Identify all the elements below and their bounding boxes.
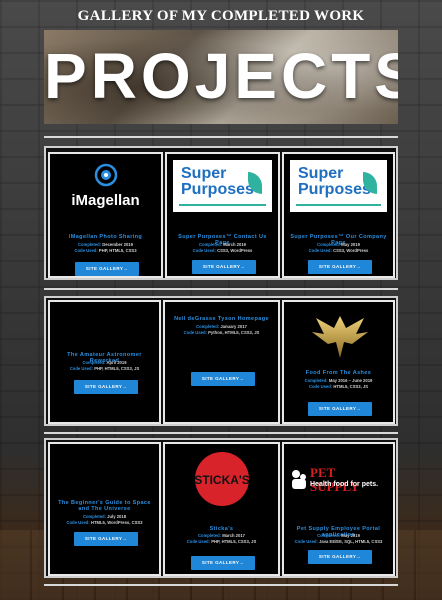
card-meta: Completed: May 2016 – June 2019 Code Use… xyxy=(304,378,373,389)
phoenix-logo-icon xyxy=(312,316,368,358)
card-title: Food From The Ashes xyxy=(305,370,372,376)
divider xyxy=(44,432,398,434)
divider xyxy=(44,288,398,290)
completed-label: Completed: xyxy=(82,514,106,519)
completed-date: April 2019 xyxy=(106,360,127,365)
card-meta: Completed: March 2017 Code Used: PHP, HT… xyxy=(169,533,274,545)
completed-label: Completed: xyxy=(317,242,341,247)
project-row-2: The Amateur Astronomer Reworked Complete… xyxy=(44,296,398,426)
card-meta: Completed: July 2018 Code Used: HTML5, W… xyxy=(54,514,155,526)
site-gallery-button[interactable]: SITE GALLERY→ xyxy=(74,532,138,546)
code-used-label: Code Used: xyxy=(74,248,98,253)
site-gallery-button[interactable]: SITE GALLERY→ xyxy=(308,550,372,564)
completed-label: Completed: xyxy=(197,533,222,538)
site-gallery-button[interactable]: SITE GALLERY→ xyxy=(191,556,255,570)
completed-date: July 2018 xyxy=(107,514,127,519)
site-gallery-button[interactable]: SITE GALLERY→ xyxy=(192,260,256,274)
code-used-value: PHP, HTML5, CSS3, JS xyxy=(94,366,140,371)
logo-text-bottom: Purposes xyxy=(298,181,371,198)
code-used-value: PHP, HTML5, CSS3, JS xyxy=(211,539,257,544)
code-used-value: HTML5, WordPress, CSS3 xyxy=(90,520,143,525)
completed-label: Completed: xyxy=(317,533,341,538)
project-card-beginners-guide-space: The Beginner's Guide to Space and The Un… xyxy=(48,442,161,576)
logo-text-top: Super xyxy=(181,165,227,182)
code-used-label: Code Used: xyxy=(308,384,333,389)
project-row-3: The Beginner's Guide to Space and The Un… xyxy=(44,438,398,578)
code-used-value: Java EE/EE, SQL, HTML5, CSS3 xyxy=(319,539,383,544)
code-used-label: Code Used: xyxy=(186,539,211,544)
card-meta: Completed: May 2019 Code Used: Java EE/E… xyxy=(288,533,389,545)
super-purposes-logo: Super Purposes xyxy=(173,160,272,212)
super-purposes-logo: Super Purposes xyxy=(290,160,387,212)
project-card-super-purposes-contact: Super Purposes Super Purposes™ Contact U… xyxy=(165,152,280,278)
pet-supply-logo-tagline: Health food for pets. xyxy=(310,481,379,488)
project-card-pet-supply: PET SUPPLY Health food for pets. Pet Sup… xyxy=(282,442,395,576)
project-card-amateur-astronomer: The Amateur Astronomer Reworked Complete… xyxy=(48,300,161,424)
project-card-food-from-ashes: Food From The Ashes Completed: May 2016 … xyxy=(282,300,395,424)
hero-title: PROJECTS xyxy=(44,40,398,112)
card-title: The Beginner's Guide to Space and The Un… xyxy=(58,500,151,512)
code-used-label: Code Used: xyxy=(69,366,94,371)
card-meta: Completed: January 2017 Code Used: Pytho… xyxy=(169,324,274,336)
code-used-label: Code Used: xyxy=(66,520,90,525)
logo-underline xyxy=(179,204,266,206)
project-card-stickas: STICKA'S Sticka's Completed: March 2017 … xyxy=(163,442,280,576)
stickas-logo: STICKA'S xyxy=(194,452,250,506)
logo-text-top: Super xyxy=(298,165,344,182)
code-used-label: Code Used: xyxy=(192,248,216,253)
completed-label: Completed: xyxy=(304,378,328,383)
logo-text-bottom: Purposes xyxy=(181,181,254,198)
page-title: GALLERY OF MY COMPLETED WORK xyxy=(77,8,365,24)
stickas-logo-text: STICKA'S xyxy=(194,473,250,487)
code-used-value: HTML5, CSS3, JS xyxy=(333,384,369,389)
card-title: iMagellan Photo Sharing xyxy=(68,234,143,240)
code-used-label: Code Used: xyxy=(308,248,332,253)
project-row-1: iMagellan iMagellan Photo Sharing Comple… xyxy=(44,146,398,280)
completed-date: May 2019 xyxy=(341,242,360,247)
completed-date: March 2017 xyxy=(222,533,245,538)
completed-date: December 2019 xyxy=(102,242,133,247)
card-meta: Completed: April 2019 Code Used: PHP, HT… xyxy=(54,360,155,372)
card-meta: Completed: March 2019 Code Used: CSS3, W… xyxy=(171,242,274,254)
hero-banner: PROJECTS xyxy=(44,30,398,124)
code-used-label: Code Used: xyxy=(294,539,318,544)
pet-supply-logo: PET SUPPLY Health food for pets. xyxy=(290,466,387,496)
completed-date: May 2019 xyxy=(341,533,360,538)
code-used-value: CSS3, WordPress xyxy=(217,248,253,253)
imagellan-logo-text: iMagellan xyxy=(71,192,140,209)
project-card-imagellan: iMagellan iMagellan Photo Sharing Comple… xyxy=(48,152,163,278)
completed-date: March 2019 xyxy=(223,242,246,247)
site-gallery-button[interactable]: SITE GALLERY→ xyxy=(74,380,138,394)
imagellan-logo: iMagellan xyxy=(56,160,155,212)
site-gallery-button[interactable]: SITE GALLERY→ xyxy=(191,372,255,386)
completed-date: May 2016 xyxy=(328,378,348,383)
card-meta: Completed: December 2019 Code Used: PHP,… xyxy=(54,242,157,254)
card-title: Sticka's xyxy=(209,526,234,532)
card-title: Neil deGrasse Tyson Homepage xyxy=(174,316,269,322)
project-card-neil-degrasse-tyson: Neil deGrasse Tyson Homepage Completed: … xyxy=(163,300,280,424)
completed-label: Completed: xyxy=(198,242,223,247)
pet-silhouette-icon xyxy=(290,468,308,490)
code-used-label: Code Used: xyxy=(183,330,207,335)
divider xyxy=(44,136,398,138)
completed-label: Completed: xyxy=(196,324,220,329)
site-gallery-button[interactable]: SITE GALLERY→ xyxy=(308,260,372,274)
completed-date: January 2017 xyxy=(220,324,247,329)
divider xyxy=(44,584,398,586)
completed-label: Completed: xyxy=(78,242,102,247)
card-meta: Completed: May 2019 Code Used: CSS3, Wor… xyxy=(288,242,389,254)
completed-date-end: June 2019 xyxy=(352,378,373,383)
logo-underline xyxy=(296,204,381,206)
code-used-value: Python, HTML5, CSS3, JS xyxy=(208,330,260,335)
site-gallery-button[interactable]: SITE GALLERY→ xyxy=(308,402,372,416)
completed-label: Completed: xyxy=(82,360,106,365)
code-used-value: CSS3, WordPress xyxy=(333,248,369,253)
site-gallery-button[interactable]: SITE GALLERY→ xyxy=(75,262,139,276)
code-used-value: PHP, HTML5, CSS3 xyxy=(98,248,137,253)
project-card-super-purposes-company: Super Purposes Super Purposes™ Our Compa… xyxy=(282,152,395,278)
